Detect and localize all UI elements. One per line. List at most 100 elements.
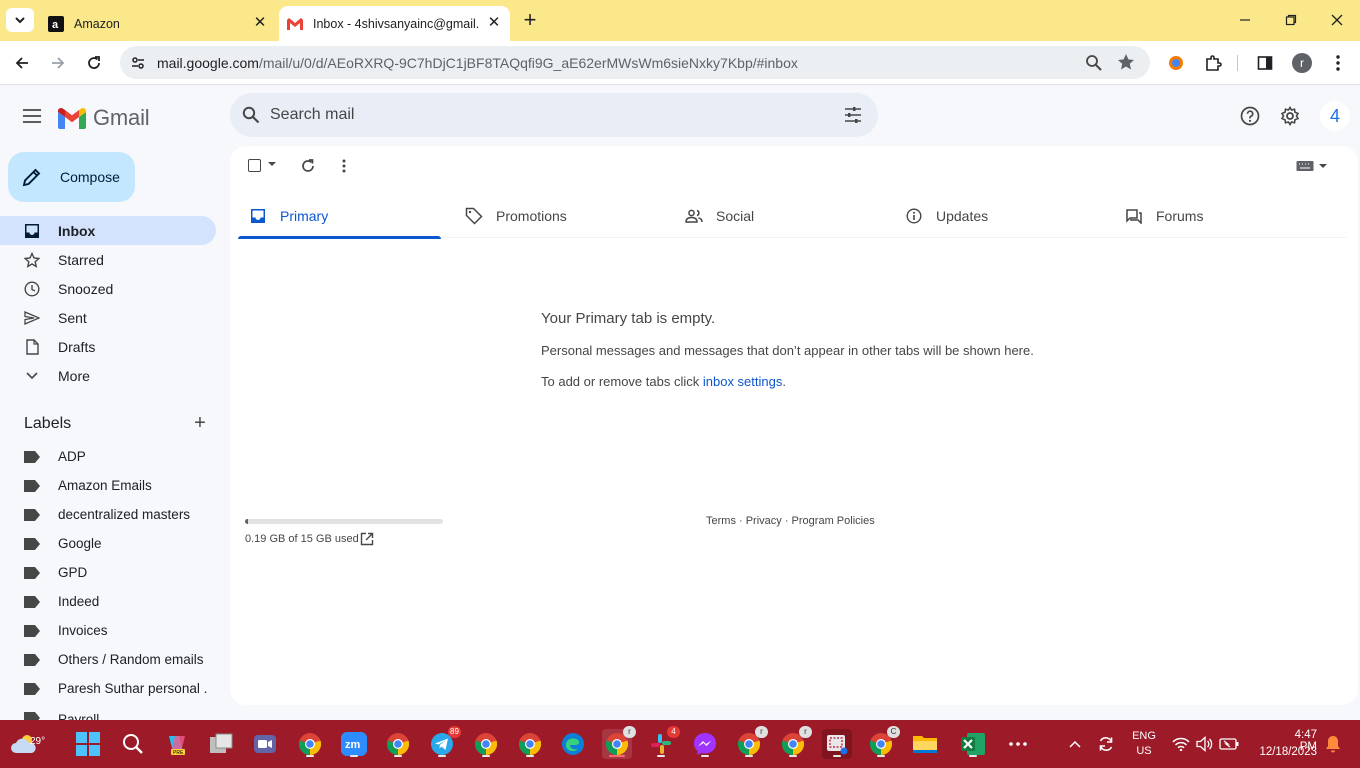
- language-indicator[interactable]: ENG US: [1128, 730, 1160, 757]
- chrome-profile-app[interactable]: [515, 729, 545, 759]
- labels-heading: Labels: [24, 415, 72, 432]
- tab-search-button[interactable]: [6, 8, 34, 32]
- zoom-app[interactable]: zm: [339, 729, 369, 759]
- input-tools-button[interactable]: [1296, 158, 1330, 174]
- inbox-settings-link[interactable]: inbox settings: [703, 374, 783, 389]
- more-apps-button[interactable]: [1003, 729, 1033, 759]
- battery-tray-button[interactable]: [1214, 729, 1244, 759]
- telegram-app[interactable]: 89: [427, 726, 461, 759]
- forward-button[interactable]: [44, 49, 72, 77]
- task-view-app[interactable]: [206, 729, 236, 759]
- search-icon[interactable]: [242, 106, 260, 124]
- chrome-profile-app[interactable]: r: [734, 726, 768, 759]
- nav-item-more[interactable]: More: [0, 361, 216, 390]
- nav-item-starred[interactable]: Starred: [0, 245, 216, 274]
- start-button[interactable]: [73, 729, 103, 759]
- tab-primary[interactable]: Primary: [238, 194, 441, 239]
- more-actions-button[interactable]: [334, 156, 354, 176]
- search-input[interactable]: [270, 103, 830, 127]
- tab-title: Inbox - 4shivsanyainc@gmail.com: [313, 16, 479, 31]
- open-in-new-icon[interactable]: [360, 532, 374, 546]
- messenger-app[interactable]: [690, 729, 720, 759]
- excel-app[interactable]: [958, 729, 988, 759]
- ellipsis-icon: [1009, 742, 1027, 746]
- browser-toolbar: mail.google.com/mail/u/0/d/AEoRXRQ-9C7hD…: [0, 41, 1360, 85]
- weather-widget[interactable]: 29°: [8, 729, 45, 759]
- support-button[interactable]: [1236, 102, 1264, 130]
- footer-links[interactable]: Terms · Privacy · Program Policies: [706, 515, 875, 527]
- tab-updates[interactable]: Updates: [904, 194, 988, 238]
- clock-date[interactable]: 12/18/2023: [1253, 746, 1317, 758]
- label-item[interactable]: Amazon Emails: [0, 471, 216, 500]
- hamburger-icon: [23, 109, 41, 123]
- tab-social[interactable]: Social: [684, 194, 754, 238]
- minimize-button[interactable]: [1222, 0, 1268, 40]
- back-button[interactable]: [8, 49, 36, 77]
- extensions-button[interactable]: [1199, 49, 1227, 77]
- chrome-profile-app[interactable]: [471, 729, 501, 759]
- label-name: Google: [58, 536, 102, 551]
- browser-tab-gmail[interactable]: Inbox - 4shivsanyainc@gmail.com ✕: [279, 6, 510, 41]
- browser-tab-amazon[interactable]: a Amazon ✕: [40, 6, 276, 41]
- label-item[interactable]: Indeed: [0, 587, 216, 616]
- restore-button[interactable]: [1268, 0, 1314, 40]
- settings-button[interactable]: [1276, 102, 1304, 130]
- label-item[interactable]: ADP: [0, 442, 216, 471]
- select-all-checkbox[interactable]: [248, 159, 261, 172]
- chrome-active-app[interactable]: r: [602, 726, 636, 759]
- chrome-menu-button[interactable]: [1324, 49, 1352, 77]
- sync-tray-button[interactable]: [1091, 729, 1121, 759]
- tab-promotions[interactable]: Promotions: [464, 194, 567, 238]
- address-bar[interactable]: mail.google.com/mail/u/0/d/AEoRXRQ-9C7hD…: [120, 46, 1150, 79]
- notifications-button[interactable]: [1318, 729, 1348, 759]
- label-item[interactable]: Others / Random emails: [0, 645, 216, 674]
- side-panel-button[interactable]: [1251, 49, 1279, 77]
- toolbar-divider: [1237, 55, 1238, 71]
- select-dropdown-caret-icon[interactable]: [268, 162, 276, 166]
- label-item[interactable]: Invoices: [0, 616, 216, 645]
- taskbar-search-button[interactable]: [118, 729, 148, 759]
- bookmark-star-icon[interactable]: [1116, 52, 1136, 72]
- nav-item-inbox[interactable]: Inbox: [0, 216, 216, 245]
- battery-icon: [1219, 738, 1239, 750]
- label-item[interactable]: GPD: [0, 558, 216, 587]
- chrome-icon: [518, 733, 542, 756]
- zoom-icon[interactable]: [1084, 53, 1104, 73]
- label-item[interactable]: decentralized masters: [0, 500, 216, 529]
- chrome-profile-app[interactable]: C: [866, 726, 900, 759]
- chevron-down-icon: [24, 368, 40, 384]
- nav-item-snoozed[interactable]: Snoozed: [0, 274, 216, 303]
- snipping-tool-app[interactable]: [822, 729, 852, 759]
- show-hidden-icons-button[interactable]: [1060, 729, 1090, 759]
- nav-item-sent[interactable]: Sent: [0, 303, 216, 332]
- main-menu-button[interactable]: [18, 102, 46, 130]
- tab-forums[interactable]: Forums: [1124, 194, 1203, 238]
- label-item[interactable]: Google: [0, 529, 216, 558]
- chrome-profile-app[interactable]: r: [778, 726, 812, 759]
- close-tab-icon[interactable]: ✕: [252, 15, 268, 31]
- account-avatar[interactable]: 4: [1320, 101, 1350, 131]
- search-options-icon[interactable]: [844, 106, 862, 124]
- copilot-preview-app[interactable]: PRE: [162, 729, 192, 759]
- label-item[interactable]: Paresh Suthar personal ...: [0, 674, 216, 703]
- slack-app[interactable]: 4: [646, 726, 680, 759]
- tab-label: Forums: [1156, 208, 1204, 224]
- site-info-icon[interactable]: [128, 53, 148, 73]
- compose-button[interactable]: Compose: [8, 152, 135, 202]
- close-window-button[interactable]: [1314, 0, 1360, 40]
- file-explorer-app[interactable]: [910, 729, 940, 759]
- reload-button[interactable]: [80, 49, 108, 77]
- new-tab-button[interactable]: +: [517, 9, 543, 33]
- chrome-profile-app[interactable]: [295, 729, 325, 759]
- refresh-button[interactable]: [298, 156, 318, 176]
- profile-button[interactable]: r: [1288, 49, 1316, 77]
- edge-app[interactable]: [558, 729, 588, 759]
- close-tab-icon[interactable]: ✕: [486, 15, 502, 31]
- extension-firefox-like-button[interactable]: [1162, 49, 1190, 77]
- chrome-profile-app[interactable]: [383, 729, 413, 759]
- gmail-logo[interactable]: Gmail: [58, 105, 150, 131]
- create-label-button[interactable]: +: [190, 413, 210, 433]
- search-bar[interactable]: [230, 93, 878, 137]
- teams-meet-app[interactable]: [250, 729, 280, 759]
- nav-item-drafts[interactable]: Drafts: [0, 332, 216, 361]
